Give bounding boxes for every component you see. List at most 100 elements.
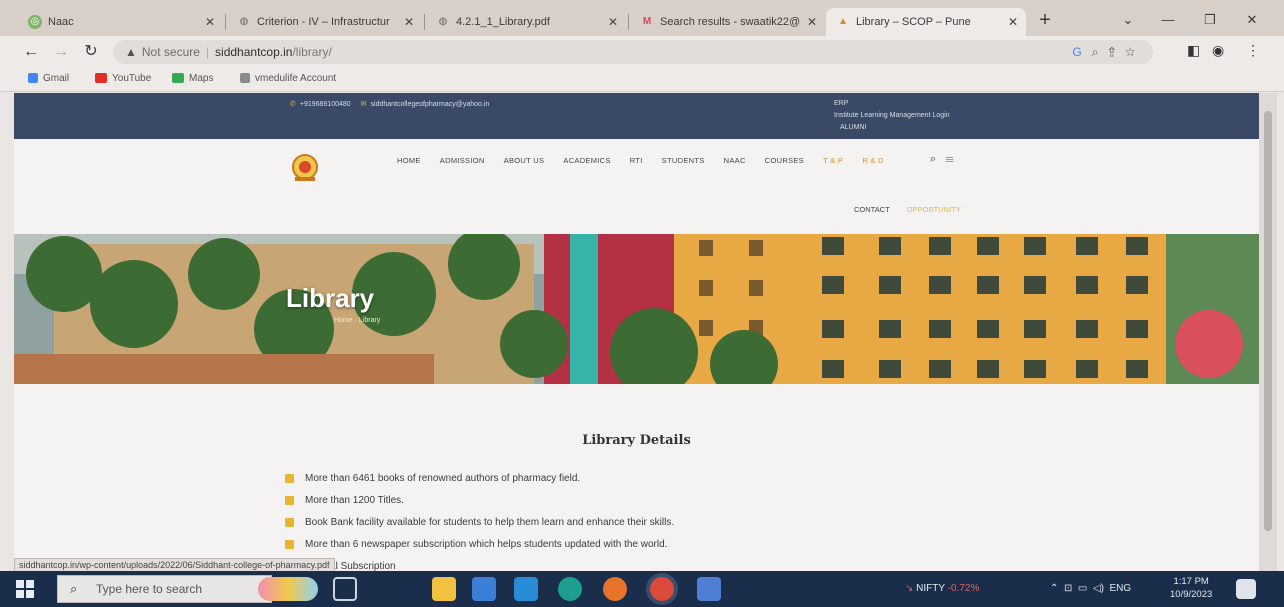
address-separator: | [205, 45, 210, 59]
scop-favicon-icon: ▲ [838, 16, 848, 27]
tab-separator [225, 14, 226, 30]
page-scrollbar[interactable] [1259, 93, 1277, 571]
network-icon[interactable]: ⊡ [1064, 583, 1072, 594]
contact-info: ✆ +919689100480 ✉ siddhantcollegeofpharmac… [282, 100, 489, 108]
share-icon[interactable]: ⇪ [1108, 45, 1125, 59]
browser-tab[interactable]: M Search results - swaatik22@ ✕ [630, 8, 825, 36]
taskbar-clock[interactable]: 1:17 PM 10/9/2023 [1170, 575, 1212, 601]
restore-icon[interactable]: ❐ [1190, 9, 1230, 31]
profile-avatar-icon[interactable]: ◉ [1212, 42, 1224, 59]
reload-icon[interactable]: ↻ [80, 41, 102, 63]
chevron-up-icon[interactable]: ⌃ [1050, 583, 1058, 594]
close-tab-icon[interactable]: ✕ [608, 8, 618, 36]
bookmark-youtube[interactable]: YouTube [95, 73, 151, 84]
list-item-text: Book Bank facility available for student… [305, 517, 675, 528]
firefox-icon[interactable] [603, 577, 627, 601]
browser-tab[interactable]: ◍ Criterion - IV – Infrastructur ✕ [227, 8, 422, 36]
close-tab-icon[interactable]: ✕ [404, 8, 414, 36]
nav-icons: ⌕ ☰ [930, 153, 954, 166]
site-header: HOME ADMISSION ABOUT US ACADEMICS RTI ST… [14, 139, 1259, 234]
nav-r-and-d[interactable]: R & D [862, 156, 884, 165]
tab-title: Search results - swaatik22@ [660, 16, 801, 28]
mail-icon[interactable] [514, 577, 538, 601]
phone-number[interactable]: +919689100480 [300, 101, 351, 108]
browser-menu-icon[interactable]: ⋮ [1246, 42, 1260, 59]
task-view-icon[interactable] [333, 577, 357, 601]
browser-tab-active[interactable]: ▲ Library – SCOP – Pune ✕ [826, 8, 1026, 36]
minimize-icon[interactable]: — [1148, 9, 1188, 31]
nav-t-and-p[interactable]: T & P [823, 156, 843, 165]
nav-admission[interactable]: ADMISSION [440, 156, 485, 165]
nav-contact[interactable]: CONTACT [854, 205, 890, 214]
windows-start-icon[interactable] [14, 578, 36, 600]
taskbar-search-box[interactable]: ⌕ Type here to search [57, 575, 272, 603]
browser-tab[interactable]: ◎ Naac ✕ [18, 8, 223, 36]
notification-icon[interactable] [1236, 579, 1256, 599]
clock-time: 1:17 PM [1173, 576, 1209, 587]
breadcrumb[interactable]: Home · Library [334, 317, 380, 324]
bookmark-vmedulife[interactable]: vmedulife Account [240, 73, 336, 84]
list-item: More than 6 newspaper subscription which… [285, 539, 674, 561]
phone-icon: ✆ [290, 101, 296, 108]
language-indicator[interactable]: ENG [1110, 583, 1132, 594]
display-icon[interactable]: ▭ [1078, 583, 1087, 594]
ticker-name: NIFTY [916, 583, 945, 594]
list-item: Journal Subscription [285, 561, 674, 571]
microsoft-store-icon[interactable] [472, 577, 496, 601]
nav-academics[interactable]: ACADEMICS [563, 156, 610, 165]
top-link-alumni[interactable]: ALUMNI [834, 122, 950, 134]
nav-students[interactable]: STUDENTS [662, 156, 705, 165]
close-window-icon[interactable]: ✕ [1232, 9, 1272, 31]
top-link-erp[interactable]: ERP [834, 98, 950, 110]
edge-browser-icon[interactable] [558, 577, 582, 601]
nav-opportunity[interactable]: OPPORTUNITY [907, 205, 961, 214]
url-host: siddhantcop.in [215, 45, 293, 59]
hamburger-menu-icon[interactable]: ☰ [945, 153, 953, 165]
list-item-text: More than 1200 Titles. [305, 495, 404, 506]
warning-icon[interactable]: ▲ [125, 45, 137, 59]
system-tray: ⌃ ⊡ ▭ ◁) ENG [1050, 571, 1131, 607]
nav-rti[interactable]: RTI [630, 156, 643, 165]
main-navigation: HOME ADMISSION ABOUT US ACADEMICS RTI ST… [397, 156, 901, 165]
bookmark-maps[interactable]: Maps [172, 73, 213, 84]
close-tab-icon[interactable]: ✕ [205, 8, 215, 36]
bookmark-star-icon[interactable]: ☆ [1125, 45, 1145, 59]
back-arrow-icon[interactable]: ← [20, 41, 42, 63]
web-page: ✆ +919689100480 ✉ siddhantcollegeofpharmac… [14, 93, 1259, 571]
stock-ticker-widget[interactable]: ↘ NIFTY -0.72% [905, 571, 979, 607]
google-lens-icon[interactable]: G [1072, 45, 1091, 59]
file-explorer-icon[interactable] [432, 577, 456, 601]
windows-taskbar: ⌕ Type here to search ↘ NIFTY -0.72% ⌃ ⊡… [0, 571, 1284, 607]
chrome-icon[interactable] [650, 577, 674, 601]
forward-arrow-icon[interactable]: → [50, 41, 72, 63]
notepad-app-icon[interactable] [697, 577, 721, 601]
nav-naac[interactable]: NAAC [724, 156, 746, 165]
scrollbar-thumb[interactable] [1264, 111, 1272, 531]
search-icon: ⌕ [70, 581, 78, 596]
bookmark-gmail[interactable]: Gmail [28, 73, 69, 84]
nav-about-us[interactable]: ABOUT US [504, 156, 545, 165]
nav-courses[interactable]: COURSES [765, 156, 804, 165]
close-tab-icon[interactable]: ✕ [807, 8, 817, 36]
nav-home[interactable]: HOME [397, 156, 421, 165]
volume-icon[interactable]: ◁) [1093, 583, 1104, 594]
library-content: Library Details More than 6461 books of … [14, 384, 1259, 571]
bullet-icon [285, 518, 294, 527]
search-placeholder: Type here to search [96, 582, 203, 596]
search-icon[interactable]: ⌕ [930, 153, 936, 165]
tab-search-icon[interactable]: ⌄ [1108, 9, 1148, 31]
search-highlight-icon[interactable] [258, 577, 318, 601]
email-address[interactable]: siddhantcollegeofpharmacy@yahoo.in [371, 101, 490, 108]
tab-separator [628, 14, 629, 30]
browser-tab[interactable]: ◍ 4.2.1_1_Library.pdf ✕ [426, 8, 626, 36]
side-panel-icon[interactable]: ◧ [1187, 42, 1200, 59]
maps-icon [172, 73, 184, 84]
library-details-list: More than 6461 books of renowned authors… [285, 473, 674, 571]
new-tab-button[interactable]: + [1033, 9, 1057, 33]
close-tab-icon[interactable]: ✕ [1008, 8, 1018, 36]
top-link-lms[interactable]: Institute Learning Management Login [834, 110, 950, 122]
college-logo[interactable] [290, 151, 320, 183]
zoom-icon[interactable]: ⌕ [1092, 45, 1109, 59]
youtube-icon [95, 73, 107, 84]
address-bar[interactable]: ▲ Not secure | siddhantcop.in/library/ G⌕⇪☆ [113, 40, 1153, 64]
